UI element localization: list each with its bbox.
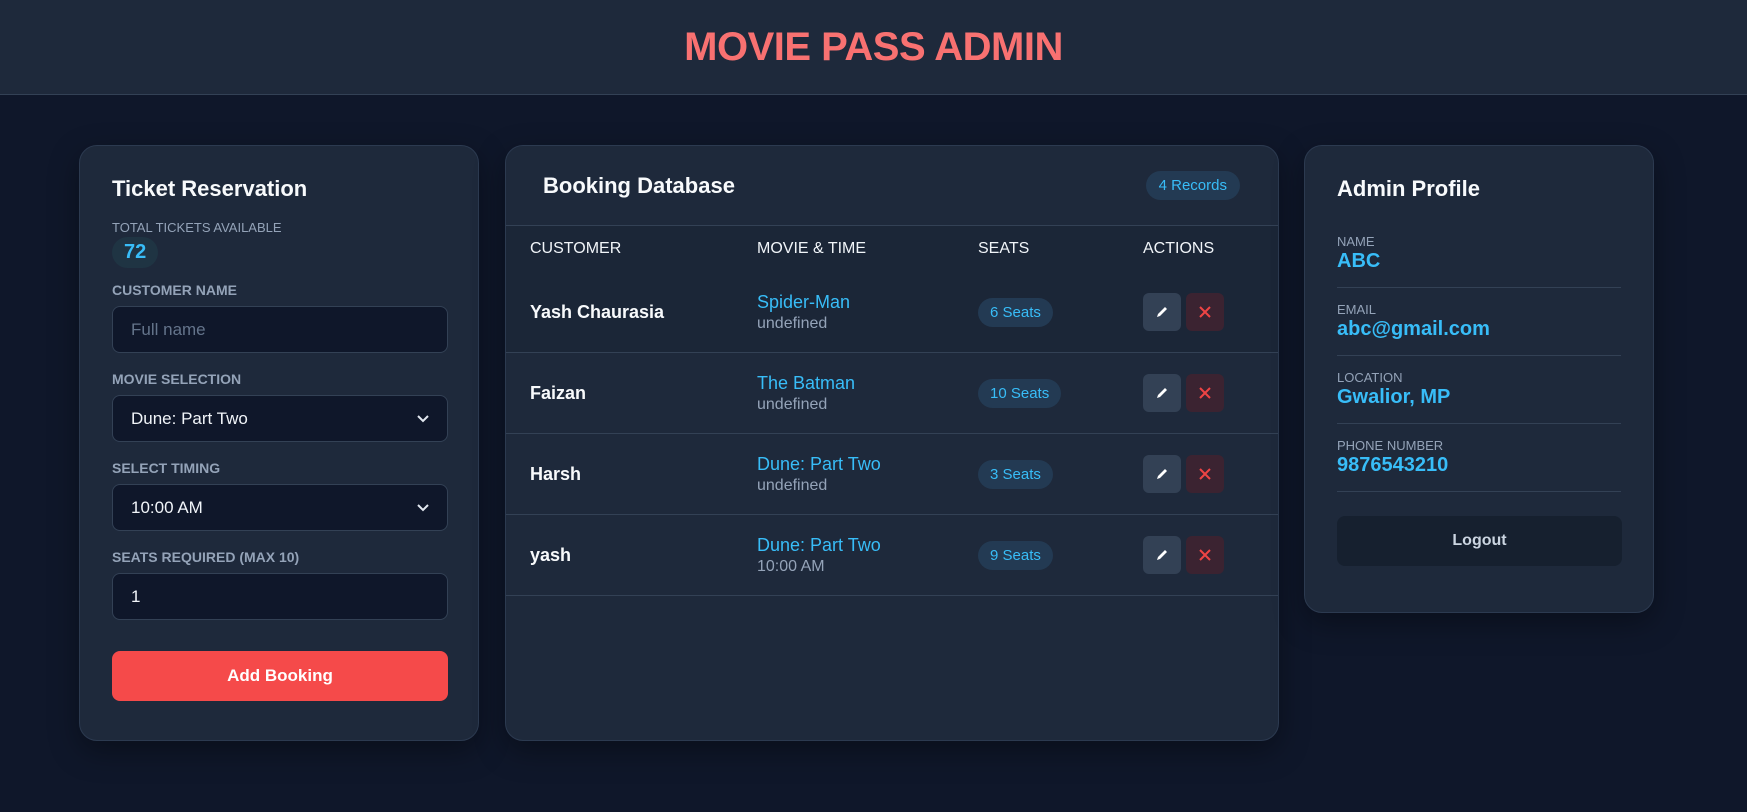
pencil-icon [1157,550,1167,560]
delete-button[interactable] [1186,455,1224,493]
customer-cell: yash [530,544,572,565]
profile-email-item: EMAIL abc@gmail.com [1337,288,1621,356]
table-row: yash Dune: Part Two 10:00 AM 9 Seats [506,515,1278,596]
timing-select[interactable]: 10:00 AM [112,484,448,531]
profile-name-label: NAME [1337,234,1375,249]
movie-selection-label: MOVIE SELECTION [112,371,242,387]
pencil-icon [1157,307,1167,317]
close-icon [1199,468,1211,480]
timing-label: SELECT TIMING [112,460,221,476]
pencil-icon [1157,388,1167,398]
movie-time: undefined [757,395,828,413]
profile-email-label: EMAIL [1337,302,1377,317]
column-movie-time: MOVIE & TIME [757,240,867,257]
delete-button[interactable] [1186,536,1224,574]
table-row: Yash Chaurasia Spider-Man undefined 6 Se… [506,272,1278,353]
logout-button[interactable]: Logout [1337,516,1622,566]
close-icon [1199,306,1211,318]
edit-button[interactable] [1143,455,1181,493]
profile-email-value: abc@gmail.com [1337,318,1490,340]
close-icon [1199,387,1211,399]
top-bar: MOVIE PASS ADMIN [0,0,1747,95]
seats-input[interactable]: 1 [112,573,448,620]
booking-database-card: Booking Database 4 Records CUSTOMER MOVI… [505,145,1279,741]
movie-cell: Spider-Man undefined [757,292,850,333]
profile-location-value: Gwalior, MP [1337,386,1451,408]
movie-name: Dune: Part Two [757,534,881,555]
column-customer: CUSTOMER [530,240,622,257]
profile-phone-label: PHONE NUMBER [1337,438,1444,453]
app-title: MOVIE PASS ADMIN [684,24,1063,69]
profile-name-item: NAME ABC [1337,220,1621,288]
table-row: Faizan The Batman undefined 10 Seats [506,353,1278,434]
add-booking-button[interactable]: Add Booking [112,651,448,701]
available-count-badge: 72 [112,237,159,268]
reservation-title: Ticket Reservation [112,176,308,201]
customer-name-label: CUSTOMER NAME [112,282,237,298]
movie-name: Dune: Part Two [757,453,881,474]
movie-time: 10:00 AM [757,557,825,575]
delete-button[interactable] [1186,293,1224,331]
customer-cell: Harsh [530,463,582,484]
customer-name-input[interactable]: Full name [112,306,448,353]
column-actions: ACTIONS [1143,240,1215,257]
database-title: Booking Database [543,172,735,198]
movie-cell: Dune: Part Two 10:00 AM [757,535,881,576]
movie-select-value: Dune: Part Two [131,408,248,428]
row-actions [1143,455,1224,493]
timing-select-value: 10:00 AM [131,497,203,517]
profile-phone-item: PHONE NUMBER 9876543210 [1337,424,1621,492]
database-header: Booking Database 4 Records [506,146,1278,226]
movie-time: undefined [757,476,828,494]
edit-button[interactable] [1143,293,1181,331]
chevron-down-icon [417,414,429,422]
seats-badge: 3 Seats [978,459,1053,489]
customer-cell: Faizan [530,382,587,403]
close-icon [1199,549,1211,561]
movie-cell: The Batman undefined [757,373,855,414]
movie-select[interactable]: Dune: Part Two [112,395,448,442]
row-actions [1143,536,1224,574]
records-badge: 4 Records [1145,171,1240,200]
edit-button[interactable] [1143,374,1181,412]
movie-name: Spider-Man [757,291,851,312]
chevron-down-icon [417,503,429,511]
movie-cell: Dune: Part Two undefined [757,454,881,495]
profile-title: Admin Profile [1337,176,1481,201]
movie-time: undefined [757,314,828,332]
table-header: CUSTOMER MOVIE & TIME SEATS ACTIONS [506,226,1278,272]
delete-button[interactable] [1186,374,1224,412]
pencil-icon [1157,469,1167,479]
profile-name-value: ABC [1337,250,1381,272]
table-row: Harsh Dune: Part Two undefined 3 Seats [506,434,1278,515]
seats-badge: 9 Seats [978,540,1053,570]
customer-name-placeholder: Full name [131,319,206,339]
edit-button[interactable] [1143,536,1181,574]
profile-location-label: LOCATION [1337,370,1403,385]
row-actions [1143,374,1224,412]
available-label: TOTAL TICKETS AVAILABLE [112,220,282,235]
seats-badge: 6 Seats [978,297,1053,327]
customer-cell: Yash Chaurasia [530,301,665,322]
profile-phone-value: 9876543210 [1337,454,1449,476]
movie-name: The Batman [757,372,856,393]
seats-badge: 10 Seats [978,378,1062,408]
seats-label: SEATS REQUIRED (MAX 10) [112,549,300,565]
profile-location-item: LOCATION Gwalior, MP [1337,356,1621,424]
admin-profile-card: Admin Profile NAME ABC EMAIL abc@gmail.c… [1304,145,1654,613]
column-seats: SEATS [978,240,1030,257]
row-actions [1143,293,1224,331]
ticket-reservation-card: Ticket Reservation TOTAL TICKETS AVAILAB… [79,145,479,741]
seats-input-value: 1 [131,586,141,606]
